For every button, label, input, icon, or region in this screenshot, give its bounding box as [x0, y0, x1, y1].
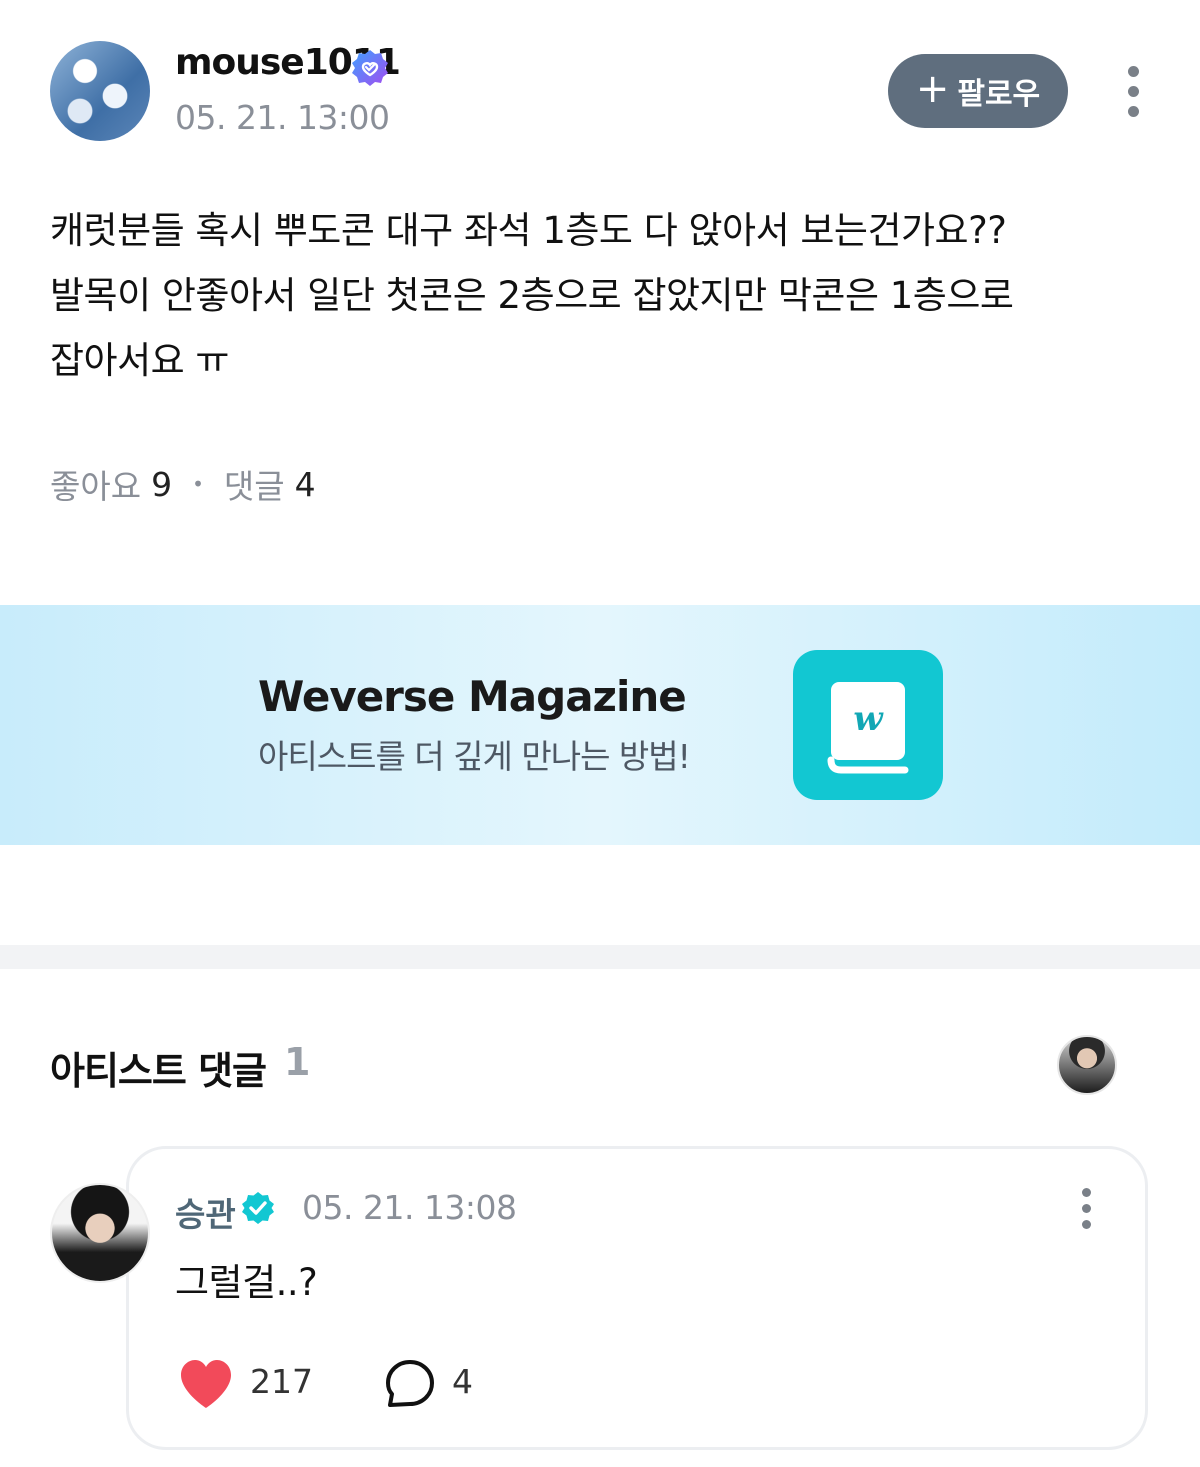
post-body: 캐럿분들 혹시 뿌도콘 대구 좌석 1층도 다 앉아서 보는건가요?? 발목이 … — [50, 209, 1014, 382]
comment-author-name[interactable]: 승관 — [175, 1188, 236, 1236]
verified-badge-icon — [352, 50, 388, 86]
comment-timestamp: 05. 21. 13:08 — [302, 1188, 517, 1227]
banner-subtitle: 아티스트를 더 깊게 만나는 방법! — [258, 737, 691, 776]
comment-like-count: 217 — [250, 1362, 313, 1401]
comment-reply-count: 4 — [452, 1362, 473, 1401]
comments-count: 4 — [294, 464, 316, 504]
section-divider — [0, 945, 1200, 969]
heart-icon[interactable] — [178, 1358, 234, 1410]
post-stats: 좋아요 9 • 댓글 4 — [50, 460, 316, 508]
svg-text:w: w — [853, 699, 884, 739]
more-options-icon[interactable] — [1118, 66, 1148, 118]
artist-comments-count: 1 — [284, 1040, 311, 1084]
reply-bubble-icon[interactable] — [384, 1358, 436, 1410]
follow-button[interactable]: + 팔로우 — [888, 54, 1068, 128]
comment-author-avatar[interactable] — [50, 1183, 150, 1283]
comment-more-icon[interactable] — [1075, 1188, 1097, 1232]
comments-label[interactable]: 댓글 — [224, 460, 285, 508]
likes-label[interactable]: 좋아요 — [50, 460, 141, 508]
follow-label: 팔로우 — [957, 77, 1041, 112]
artist-comments-title: 아티스트 댓글 — [50, 1049, 267, 1093]
banner-title: Weverse Magazine — [258, 672, 687, 721]
post-timestamp: 05. 21. 13:00 — [175, 98, 390, 137]
separator-dot: • — [192, 472, 204, 496]
artist-verified-icon — [242, 1192, 274, 1224]
plus-icon: + — [915, 66, 950, 112]
comment-text: 그럴걸..? — [175, 1261, 318, 1304]
artist-avatar-small[interactable] — [1057, 1035, 1117, 1095]
magazine-banner[interactable] — [0, 605, 1200, 845]
likes-count: 9 — [151, 464, 173, 504]
magazine-book-icon: w — [793, 650, 943, 800]
author-avatar[interactable] — [50, 41, 150, 141]
